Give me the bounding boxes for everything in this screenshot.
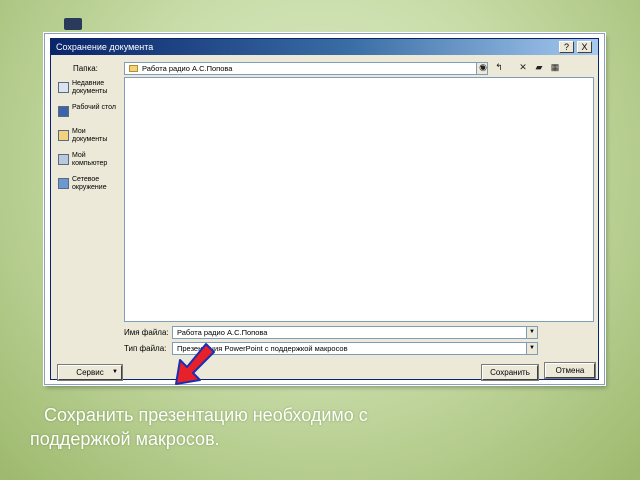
chevron-down-icon: ▼: [112, 369, 118, 375]
chevron-down-icon[interactable]: ▼: [526, 327, 537, 338]
place-recent-documents[interactable]: Недавние документы: [56, 79, 120, 103]
save-button[interactable]: Сохранить: [481, 364, 539, 381]
places-bar: Недавние документы Рабочий стол Мои доку…: [56, 77, 120, 357]
place-network[interactable]: Сетевое окружение: [56, 175, 120, 199]
place-label: Мои документы: [72, 128, 108, 143]
my-documents-icon: [58, 130, 69, 141]
slide-corner-mark: [64, 18, 82, 30]
close-button[interactable]: X: [577, 41, 592, 53]
place-my-computer[interactable]: Мой компьютер: [56, 151, 120, 175]
dialog-titlebar: Сохранение документа: [51, 39, 598, 55]
place-my-documents[interactable]: Мои документы: [56, 127, 120, 151]
dialog-frame: Сохранение документа ? X Папка: Работа р…: [44, 33, 605, 385]
chevron-down-icon[interactable]: ▼: [526, 343, 537, 354]
file-list[interactable]: [124, 77, 594, 322]
place-label: Сетевое окружение: [72, 176, 107, 191]
caption-line-2: поддержкой макросов.: [30, 429, 220, 449]
my-computer-icon: [58, 154, 69, 165]
folder-icon: [129, 65, 138, 72]
cancel-button[interactable]: Отмена: [544, 362, 596, 379]
slide-caption: Сохранить презентацию необходимо с подде…: [30, 403, 590, 451]
filetype-select[interactable]: Презентация PowerPoint с поддержкой макр…: [172, 342, 538, 355]
place-label: Рабочий стол: [72, 104, 116, 111]
folder-combobox[interactable]: Работа радио А.С.Попова ▼: [124, 62, 488, 75]
caption-line-1: Сохранить презентацию необходимо с: [44, 405, 368, 425]
views-icon[interactable]: ▦: [549, 61, 561, 73]
filename-label: Имя файла:: [124, 328, 169, 337]
help-button[interactable]: ?: [559, 41, 574, 53]
place-desktop[interactable]: Рабочий стол: [56, 103, 120, 127]
red-arrow-icon: [175, 343, 215, 385]
desktop-icon: [58, 106, 69, 117]
filetype-label: Тип файла:: [124, 344, 167, 353]
save-dialog: Сохранение документа ? X Папка: Работа р…: [50, 38, 599, 381]
filename-value: Работа радио А.С.Попова: [177, 328, 268, 337]
folder-value: Работа радио А.С.Попова: [142, 64, 233, 73]
dialog-title: Сохранение документа: [56, 42, 154, 52]
tools-button-label: Сервис: [76, 368, 104, 377]
back-icon[interactable]: ◉: [477, 61, 489, 73]
filename-input[interactable]: Работа радио А.С.Попова ▼: [172, 326, 538, 339]
network-icon: [58, 178, 69, 189]
place-label: Мой компьютер: [72, 152, 108, 167]
tools-button[interactable]: Сервис ▼: [57, 364, 123, 381]
recent-documents-icon: [58, 82, 69, 93]
delete-icon[interactable]: ✕: [517, 61, 529, 73]
new-folder-icon[interactable]: ▰: [533, 61, 545, 73]
folder-label: Папка:: [73, 64, 98, 73]
up-folder-icon[interactable]: ↰: [493, 61, 505, 73]
place-label: Недавние документы: [72, 80, 108, 95]
